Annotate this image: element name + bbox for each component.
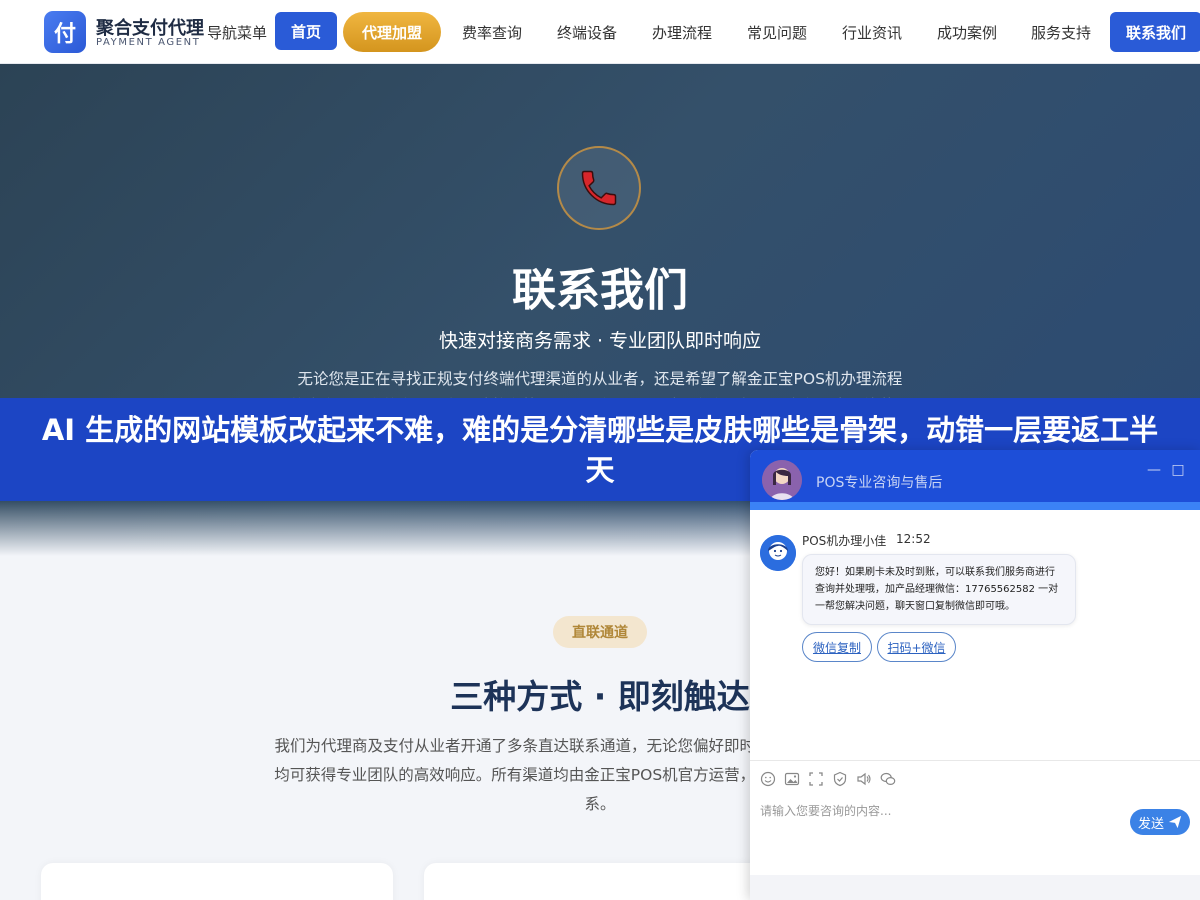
- nav-item-success-cases[interactable]: 成功案例: [937, 22, 997, 43]
- chat-footer: [750, 875, 1200, 900]
- minimize-icon[interactable]: —: [1146, 462, 1162, 478]
- screenshot-icon[interactable]: [808, 771, 824, 787]
- logo-icon[interactable]: 付: [44, 11, 86, 53]
- voice-icon[interactable]: [856, 771, 872, 787]
- agent-avatar: [760, 535, 796, 571]
- message-time: 12:52: [896, 532, 931, 546]
- nav-item-process[interactable]: 办理流程: [652, 22, 712, 43]
- chat-header-stripe: [750, 502, 1200, 510]
- contact-card[interactable]: [41, 863, 393, 900]
- section-pill-badge: 直联通道: [553, 616, 647, 648]
- wechat-icon[interactable]: [880, 771, 896, 787]
- nav-contact-button[interactable]: 联系我们: [1110, 12, 1200, 52]
- nav-agent-join-button[interactable]: 代理加盟: [343, 12, 441, 52]
- hero-subtitle: 快速对接商务需求 · 专业团队即时响应: [438, 330, 762, 352]
- nav-item-industry-news[interactable]: 行业资讯: [842, 22, 902, 43]
- nav-item-service-support[interactable]: 服务支持: [1031, 22, 1091, 43]
- nav-item-rate-query[interactable]: 费率查询: [462, 22, 522, 43]
- send-icon: [1168, 815, 1182, 829]
- chat-widget: POS专业咨询与售后 — □ POS机办理小佳 12:52 您好！如果刷卡未及时…: [750, 450, 1200, 900]
- nav-item-faq[interactable]: 常见问题: [747, 22, 807, 43]
- nav-menu-label[interactable]: 导航菜单: [207, 22, 267, 43]
- hero-title: 联系我们: [512, 265, 688, 316]
- scan-wechat-button[interactable]: 扫码+微信: [877, 632, 956, 662]
- agent-name: POS机办理小佳: [802, 534, 887, 548]
- site-header: 付 聚合支付代理 PAYMENT AGENT 导航菜单 首页 代理加盟 费率查询…: [0, 0, 1200, 64]
- brand-tagline: PAYMENT AGENT: [96, 37, 201, 48]
- nav-item-terminal-devices[interactable]: 终端设备: [557, 22, 617, 43]
- contact-card[interactable]: [424, 863, 776, 900]
- image-icon[interactable]: [784, 771, 800, 787]
- chat-message-input[interactable]: [760, 800, 1120, 822]
- maximize-icon[interactable]: □: [1170, 462, 1186, 478]
- nav-home-button[interactable]: 首页: [275, 12, 337, 50]
- chat-service-avatar: [762, 460, 802, 500]
- rate-icon[interactable]: [832, 771, 848, 787]
- phone-icon: [557, 146, 641, 230]
- emoji-icon[interactable]: [760, 771, 776, 787]
- send-button-label: 发送: [1137, 816, 1164, 832]
- chat-message-bubble: 您好！如果刷卡未及时到账，可以联系我们服务商进行查询并处理哦，加产品经理微信：1…: [802, 554, 1076, 625]
- chat-toolbar: [750, 760, 1200, 796]
- chat-title: POS专业咨询与售后: [816, 475, 943, 491]
- send-button[interactable]: 发送: [1130, 809, 1190, 835]
- copy-wechat-button[interactable]: 微信复制: [802, 632, 872, 662]
